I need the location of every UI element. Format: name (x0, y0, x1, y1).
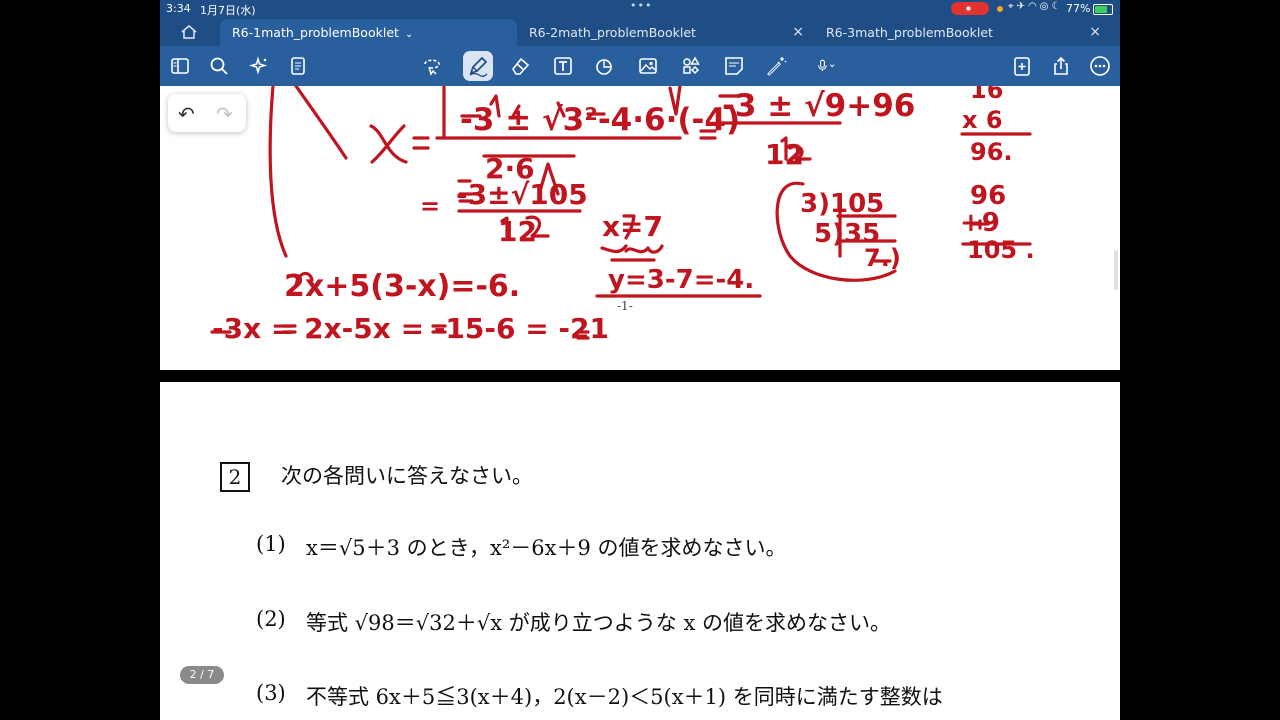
svg-text:-3±√105: -3±√105 (456, 178, 588, 211)
home-icon[interactable] (180, 24, 198, 40)
handwritten-ink-text: -3 ± √3²-4·6·(-4) -3 ± √9+96 12 2·6 = -3… (212, 86, 1035, 345)
tab-bar: R6-1math_problemBooklet ⌄ R6-2math_proble… (160, 18, 1120, 46)
svg-text:-3 ± √9+96: -3 ± √9+96 (722, 88, 915, 124)
svg-text:12: 12 (765, 138, 804, 171)
chevron-down-icon[interactable]: ⌄ (405, 29, 413, 40)
eraser-icon[interactable] (509, 55, 531, 77)
more-icon[interactable] (1089, 55, 1111, 77)
image-icon[interactable] (637, 55, 659, 77)
svg-text:3)105: 3)105 (800, 189, 884, 219)
tab-label: R6-1math_problemBooklet (232, 25, 399, 40)
toolbar (160, 46, 1120, 86)
page-indicator: 2 / 7 (180, 666, 224, 684)
svg-text:x 6: x 6 (962, 106, 1003, 134)
battery-percent: 77% (1066, 2, 1091, 15)
close-icon[interactable]: × (792, 19, 804, 46)
svg-text:+9: +9 (960, 208, 1000, 238)
question-text: 不等式 6x＋5≦3(x＋4)，2(x－2)＜5(x＋1) を同時に満たす整数は (306, 685, 943, 709)
share-icon[interactable] (1050, 55, 1072, 77)
redo-icon[interactable]: ↷ (216, 102, 233, 126)
status-date: 1月7日(水) (200, 4, 256, 17)
laser-pointer-icon[interactable] (766, 55, 788, 77)
pen-icon[interactable] (463, 51, 493, 81)
goodnotes-app: 3:34 1月7日(水) ••• ⌖✈◠◎☾ 77% R6-1math_prob… (160, 0, 1120, 720)
multitasking-dots-icon[interactable]: ••• (630, 0, 652, 12)
tab-label: R6-3math_problemBooklet (826, 25, 993, 40)
shapes-icon[interactable] (594, 55, 616, 77)
document-icon[interactable] (287, 55, 309, 77)
svg-text:12: 12 (498, 215, 537, 248)
lasso-icon[interactable] (421, 55, 443, 77)
problem-intro: 次の各問いに答えなさい。 (281, 464, 533, 488)
question-label: (1) (256, 532, 286, 556)
tab-r6-1[interactable]: R6-1math_problemBooklet ⌄ (220, 19, 517, 46)
question-text: 等式 √98＝√32＋√x が成り立つような x の値を求めなさい。 (306, 611, 891, 635)
mic-indicator-icon (997, 6, 1003, 12)
page-number: -1- (617, 299, 633, 313)
microphone-icon[interactable] (816, 55, 850, 77)
add-page-icon[interactable] (1011, 55, 1033, 77)
sticky-note-icon[interactable] (723, 55, 745, 77)
question-label: (2) (256, 607, 286, 631)
undo-redo-panel: ↶ ↷ (168, 94, 246, 132)
tab-label: R6-2math_problemBooklet (529, 25, 696, 40)
question-text: x＝√5＋3 のとき，x²－6x＋9 の値を求めなさい。 (306, 536, 787, 560)
svg-text:-3x = 2x-5x = -15-6 = -21: -3x = 2x-5x = -15-6 = -21 (212, 312, 609, 345)
close-icon[interactable]: × (1089, 19, 1101, 46)
elements-icon[interactable] (680, 55, 702, 77)
battery-icon (1093, 4, 1113, 15)
svg-text:96.: 96. (970, 138, 1013, 166)
svg-text:2x+5(3-x)=-6.: 2x+5(3-x)=-6. (284, 269, 520, 304)
svg-text:16: 16 (970, 86, 1003, 104)
svg-text:96: 96 (970, 181, 1006, 211)
svg-text:y=3-7=-4.: y=3-7=-4. (608, 265, 754, 295)
sidebar-icon[interactable] (169, 55, 191, 77)
page-1[interactable]: -3 ± √3²-4·6·(-4) -3 ± √9+96 12 2·6 = -3… (160, 86, 1120, 370)
svg-text:x=7: x=7 (602, 210, 663, 243)
search-icon[interactable] (208, 55, 230, 77)
page-2[interactable]: 2 次の各問いに答えなさい。 (1) x＝√5＋3 のとき，x²－6x＋9 の値… (160, 382, 1120, 720)
system-icons: ⌖✈◠◎☾ (1008, 1, 1064, 12)
svg-text:105 .: 105 . (967, 236, 1035, 264)
tab-r6-3[interactable]: R6-3math_problemBooklet × (814, 19, 1111, 46)
status-bar: 3:34 1月7日(水) ••• ⌖✈◠◎☾ 77% (160, 0, 1120, 18)
tab-r6-2[interactable]: R6-2math_problemBooklet × (517, 19, 814, 46)
undo-icon[interactable]: ↶ (178, 102, 195, 126)
status-time: 3:34 (166, 2, 191, 15)
svg-text:-3 ± √3²-4·6·(-4): -3 ± √3²-4·6·(-4) (460, 102, 740, 138)
ai-sparkle-icon[interactable] (248, 55, 270, 77)
document-area[interactable]: -3 ± √3²-4·6·(-4) -3 ± √9+96 12 2·6 = -3… (160, 86, 1120, 720)
svg-text:7.): 7.) (864, 244, 901, 272)
screen-recording-icon[interactable] (951, 2, 989, 15)
svg-text:=: = (420, 192, 440, 220)
scroll-edge[interactable] (1114, 250, 1118, 290)
question-label: (3) (256, 681, 286, 705)
text-icon[interactable] (552, 55, 574, 77)
problem-number: 2 (220, 462, 250, 492)
